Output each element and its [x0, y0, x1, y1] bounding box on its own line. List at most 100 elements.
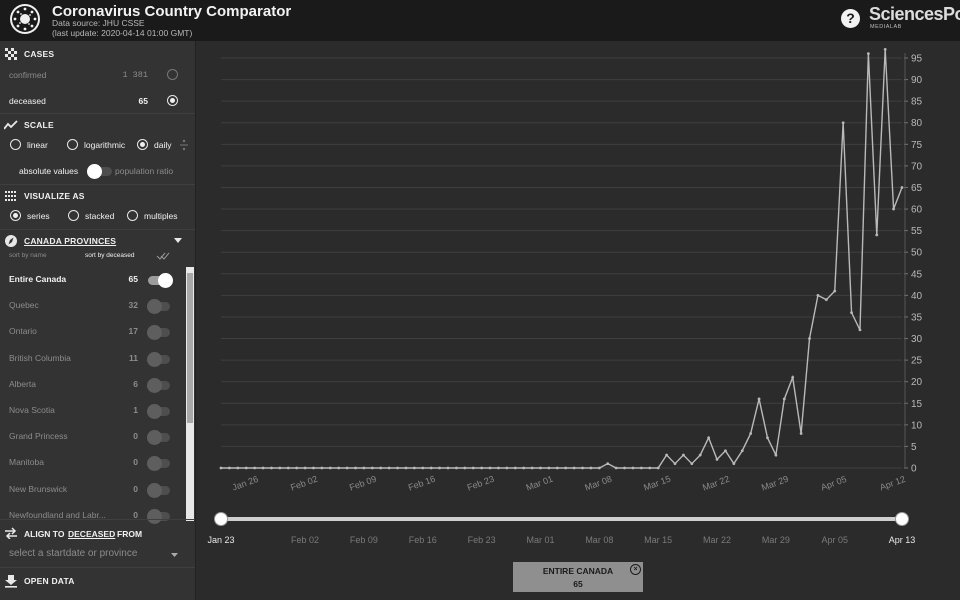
grid-icon [5, 48, 17, 60]
province-scrollbar-thumb[interactable] [187, 273, 193, 423]
scale-section-header: SCALE [0, 112, 195, 138]
data-point [303, 466, 307, 470]
province-toggle[interactable] [148, 273, 173, 288]
sort-by-name[interactable]: sort by name [9, 252, 47, 259]
visualize-multiples-radio[interactable] [127, 210, 138, 221]
align-metric[interactable]: DECEASED [68, 529, 115, 539]
province-toggle[interactable] [147, 456, 170, 472]
province-item[interactable]: Nova Scotia 1 [0, 398, 186, 420]
data-point [597, 466, 601, 470]
province-item[interactable]: New Brunswick 0 [0, 477, 186, 499]
dots-grid-icon [5, 191, 16, 201]
chevron-down-icon[interactable] [174, 238, 182, 244]
sort-by-deceased[interactable]: sort by deceased [85, 252, 135, 259]
cases-option-deceased[interactable]: deceased 65 [0, 94, 195, 114]
province-toggle[interactable] [147, 404, 170, 419]
divider [0, 519, 195, 520]
y-tick-label: 90 [911, 75, 923, 86]
data-point [639, 466, 643, 470]
province-item[interactable]: Quebec 32 [0, 293, 186, 315]
toggle-knob [147, 482, 162, 498]
startdate-select[interactable]: select a startdate or province [0, 546, 195, 566]
close-icon[interactable]: × [630, 564, 641, 575]
data-point [850, 311, 853, 315]
province-item[interactable]: British Columbia 11 [0, 346, 186, 368]
visualize-stacked-label[interactable]: stacked [85, 211, 114, 221]
scale-logarithmic-label[interactable]: logarithmic [84, 140, 125, 150]
legend-entire-canada[interactable]: ENTIRE CANADA 65 [513, 562, 643, 592]
x-tick-label: Apr 05 [820, 474, 848, 492]
download-icon [5, 575, 17, 588]
province-item[interactable]: Alberta 6 [0, 372, 186, 394]
data-point [757, 397, 761, 401]
deceased-radio[interactable] [167, 95, 178, 106]
x-tick-label: Mar 29 [760, 474, 790, 493]
province-toggle[interactable] [147, 377, 170, 393]
compass-icon [5, 235, 17, 247]
data-point [446, 466, 450, 470]
cases-option-confirmed[interactable]: confirmed 1 381 [0, 68, 195, 88]
data-point [530, 466, 534, 470]
data-point [555, 466, 559, 470]
scale-daily-radio[interactable] [137, 139, 148, 150]
province-toggle[interactable] [147, 299, 170, 315]
absolute-ratio-toggle[interactable] [87, 164, 112, 179]
y-tick-label: 45 [911, 269, 923, 280]
province-item[interactable]: Newfoundland and Labr... 0 [0, 503, 186, 525]
province-toggle[interactable] [147, 430, 170, 446]
data-point [513, 466, 517, 470]
slider-track[interactable] [221, 517, 902, 521]
y-tick-label: 65 [911, 183, 923, 194]
scale-logarithmic-radio[interactable] [67, 139, 78, 150]
data-point [387, 466, 391, 470]
provinces-title[interactable]: CANADA PROVINCES [24, 236, 116, 246]
scale-linear-label[interactable]: linear [27, 140, 48, 150]
time-slider[interactable] [214, 512, 909, 526]
data-point [328, 466, 332, 470]
brand-logo[interactable]: SciencesPo [869, 4, 960, 25]
province-item[interactable]: Manitoba 0 [0, 450, 186, 472]
data-point [320, 466, 324, 470]
province-toggle[interactable] [147, 351, 170, 367]
data-point [370, 466, 374, 470]
visualize-series-radio[interactable] [10, 210, 21, 221]
province-count: 65 [128, 274, 138, 284]
province-item[interactable]: Grand Princess 0 [0, 424, 186, 446]
double-check-icon[interactable] [156, 251, 170, 261]
data-point [631, 466, 635, 470]
scale-daily-label[interactable]: daily [154, 140, 171, 150]
visualize-series-label[interactable]: series [27, 211, 50, 221]
help-button[interactable]: ? [841, 9, 860, 28]
province-count: 11 [129, 352, 138, 363]
data-point [404, 466, 408, 470]
align-suffix: FROM [117, 529, 143, 539]
y-tick-label: 40 [911, 291, 923, 302]
province-toggle[interactable] [147, 482, 170, 498]
data-point [623, 466, 626, 470]
scale-linear-radio[interactable] [10, 139, 21, 150]
visualize-stacked-radio[interactable] [68, 210, 79, 221]
cases-section-header: CASES [0, 41, 195, 67]
confirmed-radio[interactable] [167, 69, 178, 80]
province-toggle[interactable] [147, 325, 170, 341]
data-point [278, 466, 282, 470]
data-point [707, 436, 711, 440]
cases-title: CASES [24, 49, 55, 59]
chevron-down-icon [171, 553, 178, 557]
data-point [724, 449, 727, 453]
slider-start-handle[interactable] [214, 512, 228, 526]
slider-end-handle[interactable] [895, 512, 909, 526]
province-count: 32 [128, 300, 138, 311]
y-tick-label: 5 [911, 442, 917, 453]
toggle-knob [147, 430, 162, 446]
province-item[interactable]: Ontario 17 [0, 319, 186, 341]
data-point [547, 466, 551, 470]
province-item[interactable]: Entire Canada 65 [0, 267, 186, 289]
visualize-multiples-label[interactable]: multiples [144, 211, 178, 221]
province-name: British Columbia [9, 352, 71, 363]
data-point [900, 186, 904, 189]
open-data-button[interactable]: OPEN DATA [0, 568, 195, 594]
y-tick-label: 95 [911, 54, 923, 65]
data-point [841, 121, 845, 125]
visualize-title: VISUALIZE AS [24, 191, 85, 201]
